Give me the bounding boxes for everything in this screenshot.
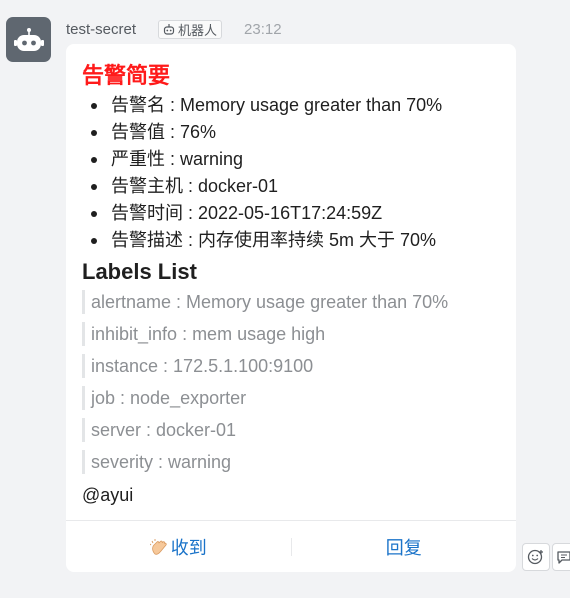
mention[interactable]: @ayui <box>82 482 506 508</box>
list-item: 严重性 : warning <box>82 146 506 173</box>
emoji-reaction-button[interactable] <box>522 543 550 571</box>
card-content: 告警简要 告警名 : Memory usage greater than 70%… <box>82 64 506 508</box>
acknowledge-label: 收到 <box>170 538 207 558</box>
labels-list-title: Labels List <box>82 259 197 284</box>
list-item: 告警时间 : 2022-05-16T17:24:59Z <box>82 200 506 227</box>
alert-summary-list: 告警名 : Memory usage greater than 70% 告警值 … <box>82 92 506 254</box>
label-item: alertname : Memory usage greater than 70… <box>82 290 506 314</box>
comment-icon <box>557 551 570 564</box>
clap-hand-icon <box>149 539 167 555</box>
sender-name[interactable]: test-secret <box>66 21 136 38</box>
message-time: 23:12 <box>244 20 282 38</box>
list-item: 告警主机 : docker-01 <box>82 173 506 200</box>
label-item: server : docker-01 <box>82 418 506 442</box>
acknowledge-button[interactable]: 收到 <box>66 521 291 573</box>
label-item: instance : 172.5.1.100:9100 <box>82 354 506 378</box>
label-item: job : node_exporter <box>82 386 506 410</box>
reply-label: 回复 <box>385 538 422 558</box>
robot-icon <box>13 27 44 51</box>
reply-button[interactable]: 回复 <box>292 521 517 573</box>
bot-badge: 机器人 <box>158 19 223 39</box>
message-card: 告警简要 告警名 : Memory usage greater than 70%… <box>66 44 516 572</box>
avatar[interactable] <box>6 17 51 62</box>
robot-icon <box>163 23 175 35</box>
emoji-reaction-icon <box>527 549 543 565</box>
list-item: 告警描述 : 内存使用率持续 5m 大于 70% <box>82 227 506 254</box>
bot-badge-label: 机器人 <box>178 22 218 38</box>
comment-button[interactable] <box>552 543 570 571</box>
list-item: 告警名 : Memory usage greater than 70% <box>82 92 506 119</box>
label-item: inhibit_info : mem usage high <box>82 322 506 346</box>
list-item: 告警值 : 76% <box>82 119 506 146</box>
card-actions: 收到 回复 <box>66 520 516 573</box>
alert-summary-title: 告警简要 <box>82 63 171 88</box>
message-header: test-secret 机器人 23:12 <box>66 18 282 40</box>
label-item: severity : warning <box>82 450 506 474</box>
